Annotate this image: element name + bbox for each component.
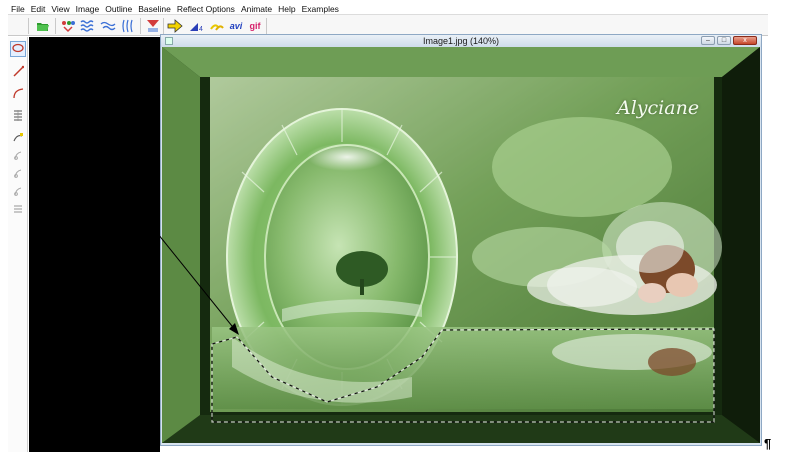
line-tool-icon[interactable] [10, 63, 26, 79]
minimize-button[interactable]: – [701, 36, 715, 45]
spring-icon[interactable] [10, 107, 26, 123]
window-controls: – □ x [701, 36, 757, 45]
toolbar-separator [163, 18, 164, 34]
image-window-title: Image1.jpg (140%) [422, 36, 500, 46]
stack-icon[interactable] [10, 201, 26, 217]
avi-label: avi [229, 21, 243, 31]
toolbar-separator [55, 18, 56, 34]
image-canvas[interactable]: Alyciane [162, 47, 760, 443]
image-window-titlebar[interactable]: Image1.jpg (140%) – □ x [161, 35, 761, 47]
brush-strokes-icon[interactable] [208, 17, 226, 35]
wedge-icon[interactable]: 4 [188, 17, 206, 35]
toolbar-separator [28, 18, 29, 34]
wind-waves-icon[interactable] [99, 17, 117, 35]
edit-node-icon[interactable] [10, 129, 26, 145]
wave-lines-icon[interactable] [119, 17, 137, 35]
toolbar-separator [140, 18, 141, 34]
color-dots-icon[interactable] [59, 17, 77, 35]
open-icon[interactable] [34, 17, 52, 35]
toolbar: 4 avi gif [8, 14, 768, 36]
tool-palette [8, 37, 28, 452]
avi-button[interactable]: avi [226, 17, 246, 35]
svg-text:4: 4 [199, 26, 203, 33]
paragraph-mark: ¶ [764, 436, 772, 451]
gif-label: gif [249, 21, 261, 31]
black-workspace [29, 37, 160, 452]
curve-tool-icon[interactable] [10, 85, 26, 101]
grid-mask-icon[interactable] [144, 17, 162, 35]
gif-button[interactable]: gif [245, 17, 265, 35]
node-icon-3[interactable] [10, 183, 26, 199]
close-button[interactable]: x [733, 36, 757, 45]
water-waves-icon[interactable] [79, 17, 97, 35]
node-icon-2[interactable] [10, 165, 26, 181]
lasso-icon[interactable] [10, 41, 26, 57]
image-window[interactable]: Image1.jpg (140%) – □ x Alyciane [160, 34, 762, 446]
maximize-button[interactable]: □ [717, 36, 731, 45]
toolbar-separator [266, 18, 267, 34]
node-icon-1[interactable] [10, 147, 26, 163]
signature-text: Alyciane [617, 97, 700, 119]
arrow-right-icon[interactable] [166, 17, 184, 35]
